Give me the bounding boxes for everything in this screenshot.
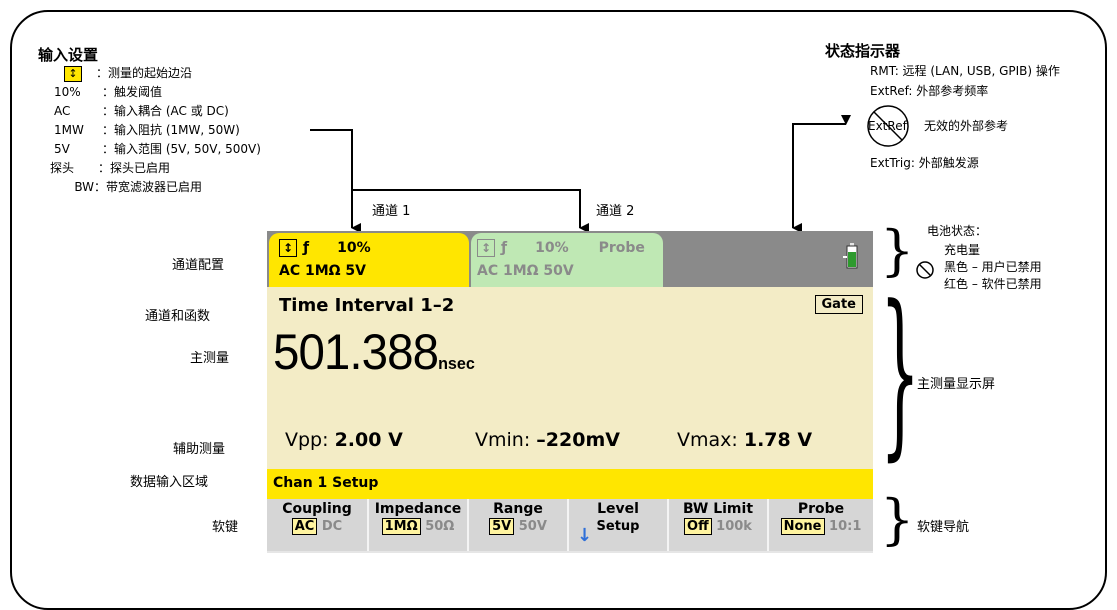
label-softkey-nav: 软键导航: [917, 520, 970, 535]
softkey-bar: Coupling AC DC Impedance 1MΩ 50Ω Range 5V 5…: [267, 499, 873, 553]
input-settings-title: 输入设置: [38, 46, 99, 64]
bw-limit-softkey[interactable]: BW Limit Off 100k: [669, 499, 769, 551]
brace-main-display: }: [880, 268, 921, 477]
probe-softkey[interactable]: Probe None 10:1: [769, 499, 873, 551]
trigger-edge-icon: ↕: [279, 239, 297, 257]
aux-vmin: Vmin: –220mV: [475, 429, 620, 451]
extref-invalid-text: 无效的外部参考: [924, 119, 1009, 133]
channel-2-label: 通道 2: [596, 204, 635, 219]
threshold: 10%: [535, 240, 569, 256]
main-value: 501.388nsec: [273, 324, 475, 380]
label-data-entry: 数据输入区域: [130, 475, 209, 490]
trigger-edge-icon: ↕: [64, 66, 82, 82]
slope-icon: ƒ: [303, 240, 310, 256]
tab2-settings: AC 1MΩ 50V: [477, 263, 574, 279]
gate-indicator: Gate: [814, 295, 863, 314]
probe-indicator: Probe: [598, 240, 645, 256]
tab-channel-2[interactable]: ↕ ƒ 10% Probe AC 1MΩ 50V: [471, 233, 663, 287]
legend-row: BW：带宽滤波器已启用: [74, 180, 203, 194]
status-indicators-title: 状态指示器: [825, 42, 901, 60]
instrument-display: ↕ ƒ 10% AC 1MΩ 5V ↕ ƒ 10% Probe AC 1MΩ 50V Ti…: [267, 231, 873, 553]
battery-title: 电池状态：: [927, 224, 988, 238]
impedance-softkey[interactable]: Impedance 1MΩ 50Ω: [369, 499, 469, 551]
main-measurement-area: Time Interval 1–2 Gate 501.388nsec Vpp: …: [267, 287, 873, 469]
threshold: 10%: [337, 240, 371, 256]
brace-softkeys: }: [880, 488, 915, 551]
rmt-text: RMT: 远程 (LAN, USB, GPIB) 操作: [870, 64, 1060, 78]
label-main-display: 主测量显示屏: [917, 377, 996, 392]
level-setup-softkey[interactable]: Level Setup ↓: [569, 499, 669, 551]
channel-tabs: ↕ ƒ 10% AC 1MΩ 5V ↕ ƒ 10% Probe AC 1MΩ 50V: [267, 231, 873, 287]
coupling-softkey[interactable]: Coupling AC DC: [267, 499, 369, 551]
extref-crossed-text: ExtRef: [868, 119, 907, 133]
battery-icon: [843, 243, 858, 269]
label-main-measurement: 主测量: [190, 351, 230, 366]
range-softkey[interactable]: Range 5V 50V: [469, 499, 569, 551]
label-aux-measurement: 辅助测量: [173, 442, 226, 457]
tab-channel-1[interactable]: ↕ ƒ 10% AC 1MΩ 5V: [269, 233, 469, 287]
legend-row: 5V ：输入范围 (5V, 50V, 500V): [54, 142, 261, 156]
label-channel-config: 通道配置: [172, 258, 225, 273]
main-unit: nsec: [438, 354, 475, 373]
channel-1-label: 通道 1: [372, 204, 411, 219]
label-channel-function: 通道和函数: [145, 309, 211, 324]
trigger-edge-icon: ↕: [477, 239, 495, 257]
slope-icon: ƒ: [501, 240, 508, 256]
arrow-down-icon: ↓: [577, 525, 593, 546]
label-softkeys: 软键: [212, 520, 239, 535]
battery-software-disabled: 红色 – 软件已禁用: [944, 277, 1042, 291]
legend-row: 10% ：触发阈值: [54, 85, 163, 99]
aux-vmax: Vmax: 1.78 V: [677, 429, 813, 451]
legend-row: 1MW ：输入阻抗 (1MW, 50W): [54, 123, 240, 137]
legend-row: AC ：输入耦合 (AC 或 DC): [54, 104, 229, 118]
tab1-settings: AC 1MΩ 5V: [279, 263, 367, 279]
data-entry-area: Chan 1 Setup: [267, 469, 873, 499]
function-label: Time Interval 1–2: [279, 295, 455, 316]
exttrig-text: ExtTrig: 外部触发源: [870, 156, 979, 170]
aux-vpp: Vpp: 2.00 V: [285, 429, 403, 451]
extref-text: ExtRef: 外部参考频率: [870, 84, 989, 98]
legend-row: 探头 ：探头已启用: [50, 161, 171, 175]
input-settings-list: ↕ ：测量的起始边沿 10% ：触发阈值 AC ：输入耦合 (AC 或 DC) 1MW…: [50, 64, 324, 197]
legend-row: ↕ ：测量的起始边沿: [54, 64, 324, 83]
entry-text: Chan 1 Setup: [273, 475, 379, 491]
